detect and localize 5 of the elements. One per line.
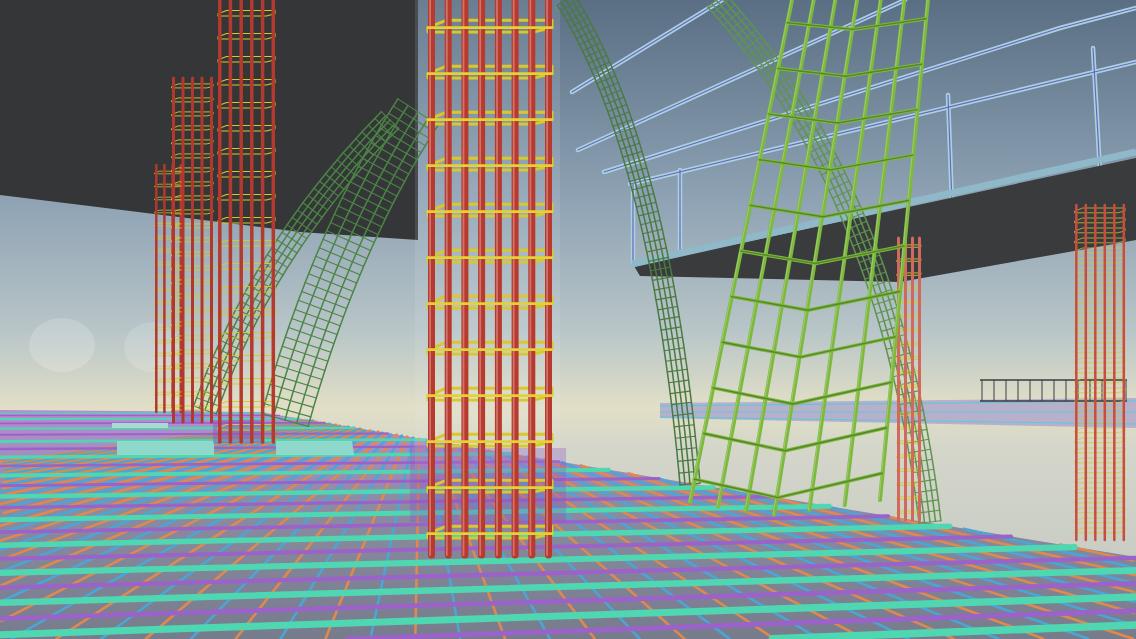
light-flare bbox=[124, 322, 180, 372]
column-base-block bbox=[213, 420, 263, 443]
light-flare bbox=[29, 318, 95, 372]
column-base-block bbox=[173, 410, 200, 423]
footing-pad bbox=[112, 423, 168, 428]
